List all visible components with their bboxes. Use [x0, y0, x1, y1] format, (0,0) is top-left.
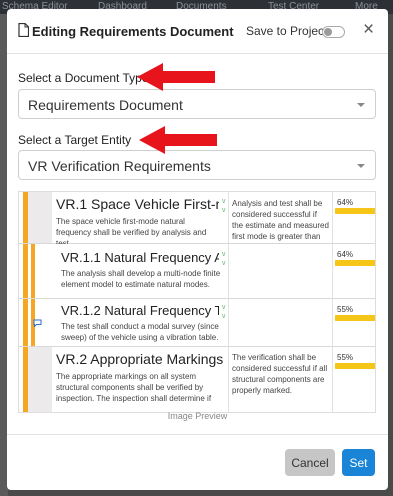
target-entity-value: VR Verification Requirements	[28, 158, 211, 174]
preview-row: VR.1 Space Vehicle First-m The space veh…	[19, 192, 375, 252]
target-entity-label: Select a Target Entity	[18, 133, 132, 147]
progress-fill	[335, 208, 375, 214]
preview-row: VR.1.1 Natural Frequency Ana The analysi…	[19, 244, 375, 299]
progress-bar	[335, 363, 375, 369]
edit-document-modal: Editing Requirements Document Save to Pr…	[7, 9, 388, 490]
progress-fill	[335, 363, 375, 369]
hierarchy-bar	[23, 244, 28, 298]
row-title: VR.2 Appropriate Markings	[56, 351, 224, 367]
document-type-label: Select a Document Type	[18, 71, 149, 85]
progress-fill	[335, 260, 375, 266]
row-title: VR.1.1 Natural Frequency Ana	[61, 250, 219, 265]
row-title: VR.1.2 Natural Frequency Tes	[61, 303, 219, 318]
modal-title: Editing Requirements Document	[32, 24, 234, 39]
chevron-down-icon: v	[222, 313, 226, 320]
row-description: The test shall conduct a modal survey (s…	[61, 322, 219, 342]
comment-icon	[33, 319, 42, 327]
row-gutter	[28, 347, 52, 412]
chevron-down-icon	[357, 103, 365, 107]
row-progress-label: 55%	[337, 353, 354, 362]
annotation-arrow-icon	[139, 126, 217, 154]
row-description: The appropriate markings on all system s…	[56, 372, 212, 403]
column-divider	[332, 347, 333, 412]
chevron-down-icon	[357, 164, 365, 168]
annotation-arrow-icon	[137, 63, 215, 91]
row-description: The analysis shall develop a multi-node …	[61, 269, 221, 289]
document-image-preview: VR.1 Space Vehicle First-m The space veh…	[18, 191, 376, 413]
image-preview-caption: Image Preview	[167, 411, 228, 421]
chevron-down-icon: v	[222, 207, 226, 214]
column-divider	[228, 299, 229, 346]
modal-footer: Cancel Set	[7, 434, 388, 490]
chevron-down-icon: v	[222, 251, 226, 258]
cancel-button[interactable]: Cancel	[285, 449, 335, 476]
progress-fill	[335, 315, 375, 321]
column-divider	[228, 192, 229, 243]
preview-row: VR.2 Appropriate Markings The appropriat…	[19, 347, 375, 412]
document-type-select[interactable]: Requirements Document	[18, 89, 376, 119]
row-title: VR.1 Space Vehicle First-m	[56, 196, 219, 212]
column-divider	[332, 192, 333, 243]
row-gutter	[28, 192, 52, 243]
close-icon[interactable]: ×	[363, 20, 374, 39]
column-divider	[332, 244, 333, 298]
chevron-down-icon: v	[222, 304, 226, 311]
chevron-down-icon: v	[222, 260, 226, 267]
document-type-value: Requirements Document	[28, 97, 183, 113]
column-divider	[228, 347, 229, 412]
row-verification: The verification shall be considered suc…	[232, 353, 328, 395]
column-divider	[332, 299, 333, 346]
progress-bar	[335, 315, 375, 321]
modal-header: Editing Requirements Document Save to Pr…	[7, 9, 388, 54]
row-progress-label: 64%	[337, 250, 354, 259]
row-progress-label: 64%	[337, 198, 354, 207]
preview-row: VR.1.2 Natural Frequency Tes The test sh…	[19, 299, 375, 347]
set-button[interactable]: Set	[342, 449, 375, 476]
hierarchy-bar	[31, 244, 35, 298]
hierarchy-bar	[23, 299, 28, 346]
save-to-project-toggle[interactable]	[322, 26, 345, 38]
column-divider	[228, 244, 229, 298]
progress-bar	[335, 208, 375, 214]
toggle-knob	[324, 28, 332, 36]
document-icon	[18, 23, 29, 37]
row-progress-label: 55%	[337, 305, 354, 314]
save-to-project-label: Save to Project	[246, 24, 328, 38]
chevron-down-icon: v	[222, 198, 226, 205]
progress-bar	[335, 260, 375, 266]
